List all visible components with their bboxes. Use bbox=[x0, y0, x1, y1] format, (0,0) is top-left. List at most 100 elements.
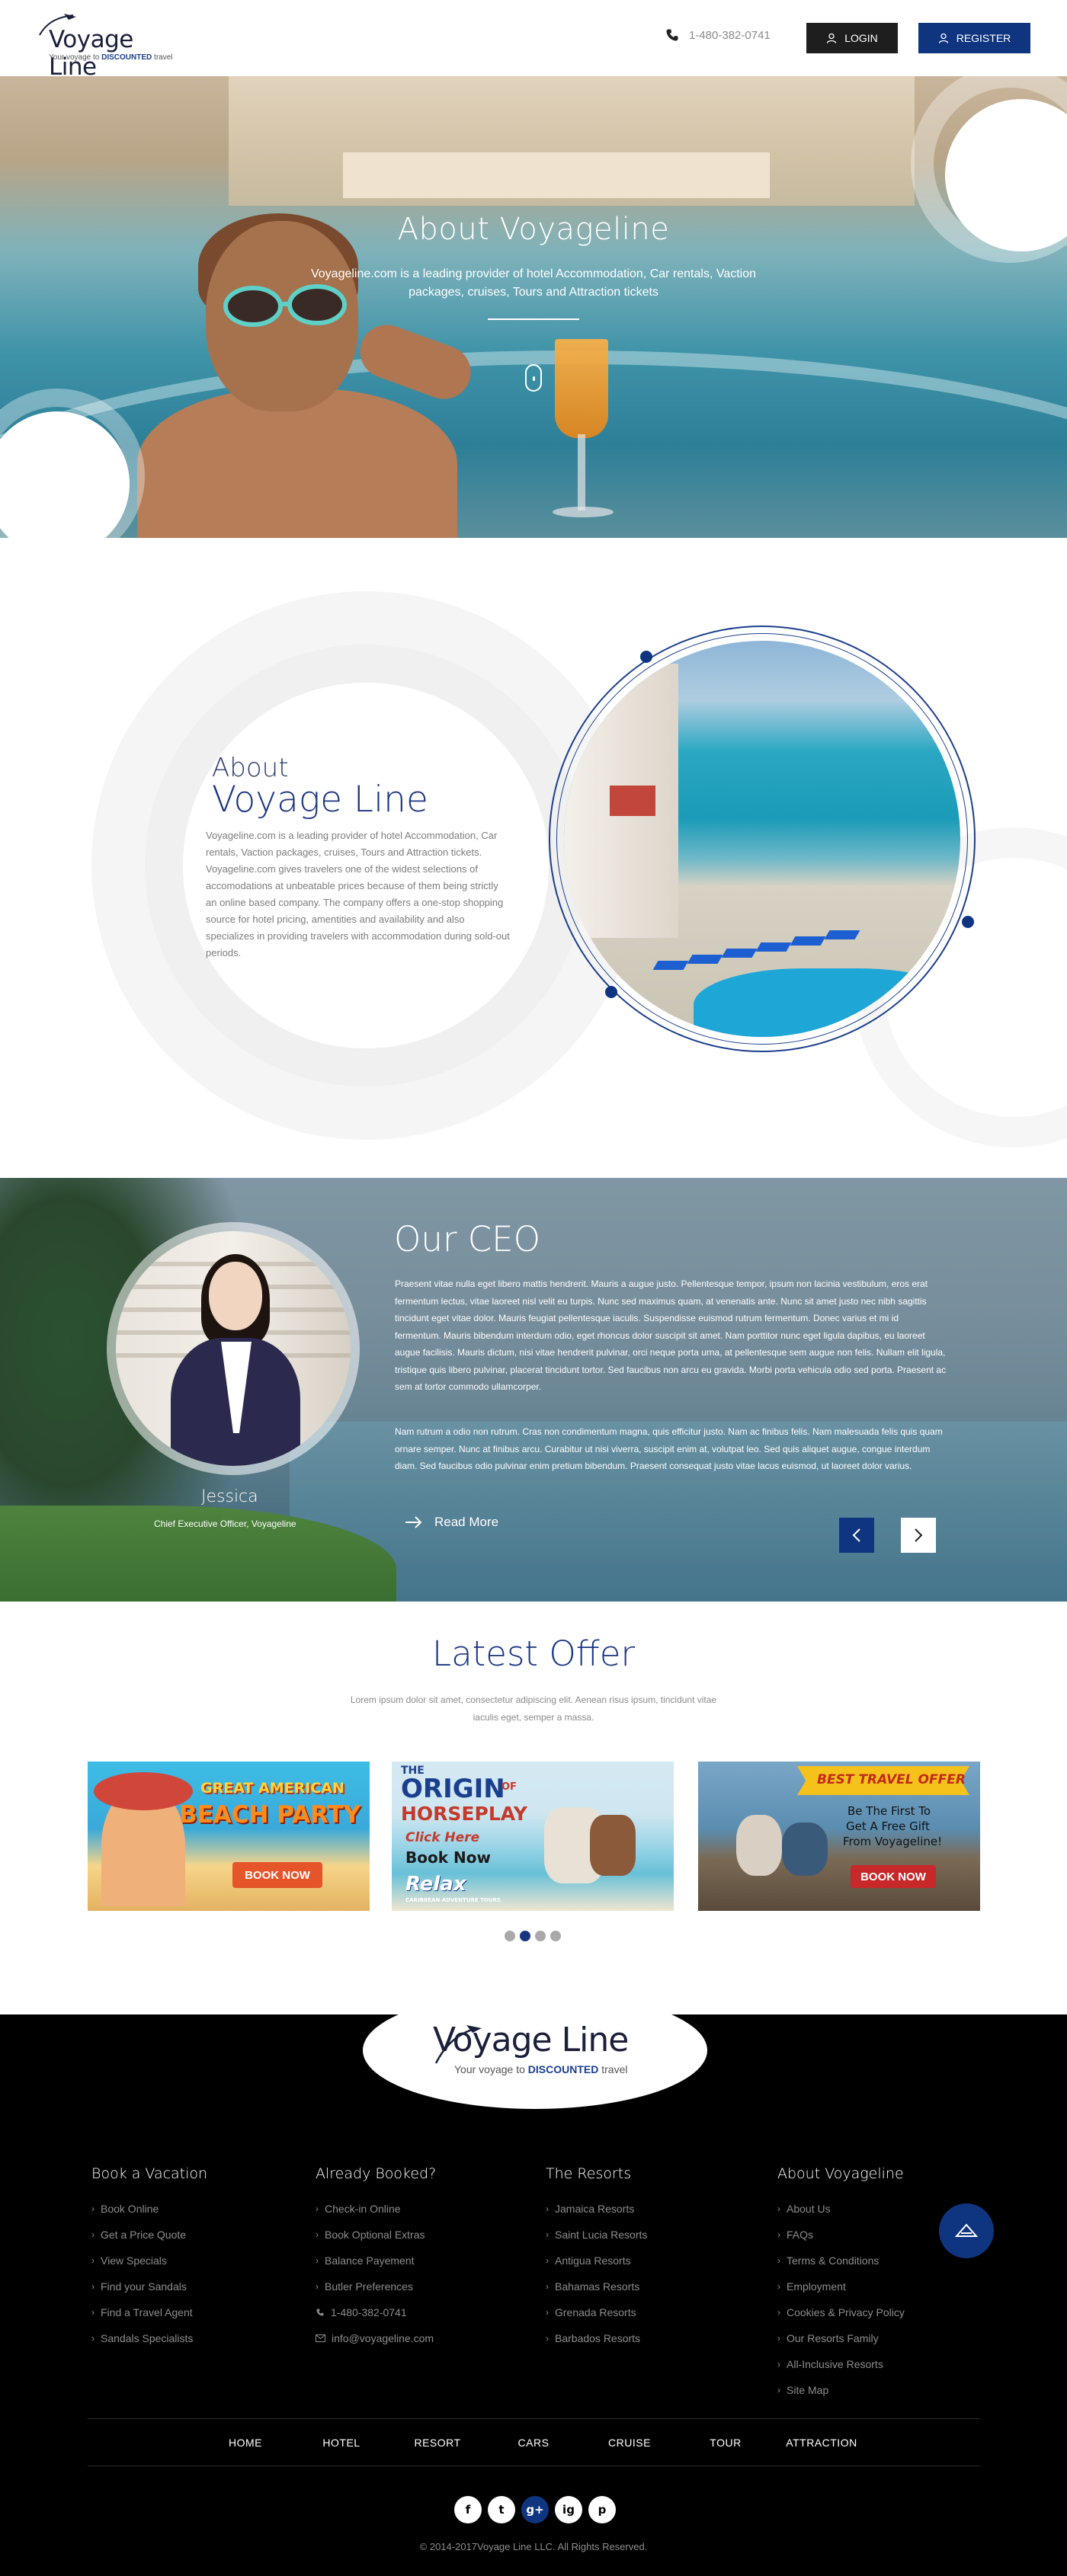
site-header: Voyage Line Your voyage to DISCOUNTED tr… bbox=[0, 0, 1067, 81]
envelope-icon bbox=[316, 2334, 325, 2342]
chevron-small-icon: › bbox=[316, 2203, 319, 2214]
register-button[interactable]: REGISTER bbox=[918, 23, 1030, 53]
back-to-top-button[interactable] bbox=[939, 2203, 994, 2258]
chevron-small-icon: › bbox=[777, 2203, 780, 2214]
footer-link[interactable]: › FAQs bbox=[777, 2222, 905, 2248]
footer-link[interactable]: › Barbados Resorts bbox=[546, 2325, 647, 2351]
chevron-small-icon: › bbox=[546, 2255, 549, 2266]
offer-card-brand-sub: CARIBBEAN ADVENTURE TOURS bbox=[405, 1897, 501, 1903]
footer-column-title: Already Booked? bbox=[316, 2165, 437, 2182]
footer-link[interactable]: › Check-in Online bbox=[316, 2196, 436, 2222]
pager-dot[interactable] bbox=[505, 1931, 515, 1941]
carousel-dot[interactable] bbox=[962, 916, 974, 928]
prev-slide-button[interactable] bbox=[839, 1518, 874, 1553]
facebook-icon[interactable]: f bbox=[454, 2496, 482, 2523]
chevron-small-icon: › bbox=[777, 2333, 780, 2344]
instagram-icon[interactable]: ig bbox=[555, 2496, 582, 2523]
offer-description: Lorem ipsum dolor sit amet, consectetur … bbox=[350, 1694, 717, 1723]
footer-nav-attraction[interactable]: ATTRACTION bbox=[774, 2437, 870, 2449]
chevron-small-icon: › bbox=[546, 2333, 549, 2344]
chevron-small-icon: › bbox=[91, 2203, 95, 2214]
footer-nav-hotel[interactable]: HOTEL bbox=[293, 2437, 389, 2449]
footer-column-title: Book a Vacation bbox=[91, 2165, 208, 2182]
offer-card-horseplay[interactable]: THE ORIGIN OF HORSEPLAY Click Here Book … bbox=[392, 1762, 674, 1911]
footer-logo-tagline: Your voyage to DISCOUNTED travel bbox=[454, 2063, 628, 2075]
pager-dot[interactable] bbox=[550, 1931, 561, 1941]
footer-link[interactable]: › Site Map bbox=[777, 2377, 905, 2403]
read-more-link[interactable]: Read More bbox=[405, 1515, 498, 1530]
chevron-small-icon: › bbox=[777, 2385, 780, 2395]
footer-column-about: About Voyageline › About Us › FAQs › Terms … bbox=[777, 2165, 905, 2403]
footer-link[interactable]: › Antigua Resorts bbox=[546, 2248, 647, 2274]
footer-logo-badge[interactable]: Voyage Line Your voyage to DISCOUNTED tr… bbox=[363, 1992, 707, 2109]
site-logo[interactable]: Voyage Line Your voyage to DISCOUNTED tr… bbox=[34, 12, 178, 81]
chevron-small-icon: › bbox=[91, 2281, 95, 2292]
chevron-small-icon: › bbox=[777, 2229, 780, 2240]
user-icon bbox=[827, 33, 837, 43]
register-label: REGISTER bbox=[956, 32, 1011, 44]
chevron-small-icon: › bbox=[777, 2281, 780, 2292]
footer-nav-home[interactable]: HOME bbox=[197, 2437, 293, 2449]
carousel-dot[interactable] bbox=[605, 986, 617, 998]
footer-link[interactable]: › Butler Preferences bbox=[316, 2274, 436, 2299]
footer-link[interactable]: › Our Resorts Family bbox=[777, 2325, 905, 2351]
footer-column-book: Book a Vacation › Book Online › Get a Pric… bbox=[91, 2165, 207, 2351]
chevron-right-icon bbox=[915, 1528, 923, 1542]
chevron-small-icon: › bbox=[546, 2307, 549, 2318]
footer-nav-resort[interactable]: RESORT bbox=[389, 2437, 485, 2449]
hero-banner: About Voyageline Voyageline.com is a lea… bbox=[0, 76, 1067, 538]
hero-divider bbox=[488, 318, 579, 320]
footer-link[interactable]: › Book Online bbox=[91, 2196, 207, 2222]
chevron-small-icon: › bbox=[316, 2281, 319, 2292]
mouse-scroll-icon[interactable] bbox=[525, 364, 542, 392]
ceo-title: Our CEO bbox=[394, 1219, 541, 1259]
footer-nav-cars[interactable]: CARS bbox=[485, 2437, 582, 2449]
footer-link[interactable]: › Book Optional Extras bbox=[316, 2222, 436, 2248]
footer-link[interactable]: › About Us bbox=[777, 2196, 905, 2222]
footer-link[interactable]: › Grenada Resorts bbox=[546, 2299, 647, 2325]
header-phone[interactable]: 1-480-382-0741 bbox=[665, 27, 771, 43]
footer-link[interactable]: › Jamaica Resorts bbox=[546, 2196, 647, 2222]
phone-icon bbox=[316, 2309, 324, 2316]
footer-link[interactable]: › All-Inclusive Resorts bbox=[777, 2351, 905, 2377]
offer-card-beach-party[interactable]: GREAT AMERICAN BEACH PARTY BOOK NOW bbox=[88, 1762, 370, 1911]
footer-email[interactable]: info@voyageline.com bbox=[316, 2325, 436, 2351]
footer-link[interactable]: › Saint Lucia Resorts bbox=[546, 2222, 647, 2248]
ceo-paragraph: Nam rutrum a odio non rutrum. Cras non c… bbox=[395, 1426, 943, 1471]
google-plus-icon[interactable]: g+ bbox=[521, 2496, 549, 2523]
pager-dot-active[interactable] bbox=[520, 1931, 530, 1941]
offer-card-cta[interactable]: Click Here bbox=[405, 1830, 479, 1845]
footer-link[interactable]: › Employment bbox=[777, 2274, 905, 2299]
copyright: © 2014-2017Voyage Line LLC. All Rights R… bbox=[419, 2541, 648, 2552]
book-now-button[interactable]: BOOK NOW bbox=[232, 1862, 322, 1888]
read-more-label: Read More bbox=[434, 1515, 499, 1529]
footer-link[interactable]: › Cookies & Privacy Policy bbox=[777, 2299, 905, 2325]
footer-link[interactable]: › View Specials bbox=[91, 2248, 207, 2274]
offer-card-cta[interactable]: Book Now bbox=[405, 1848, 491, 1867]
footer-link[interactable]: › Find your Sandals bbox=[91, 2274, 207, 2299]
login-button[interactable]: LOGIN bbox=[806, 23, 898, 53]
footer-link[interactable]: › Bahamas Resorts bbox=[546, 2274, 647, 2299]
footer-link[interactable]: › Find a Travel Agent bbox=[91, 2299, 207, 2325]
login-label: LOGIN bbox=[844, 32, 878, 44]
footer-nav-tour[interactable]: TOUR bbox=[678, 2437, 774, 2449]
footer-link[interactable]: › Terms & Conditions bbox=[777, 2248, 905, 2274]
offer-card-best-travel[interactable]: BEST TRAVEL OFFER Be The First To Get A … bbox=[698, 1762, 980, 1911]
about-heading-big: Voyage Line bbox=[212, 779, 428, 821]
footer-nav-cruise[interactable]: CRUISE bbox=[582, 2437, 678, 2449]
next-slide-button[interactable] bbox=[901, 1518, 936, 1553]
footer-phone[interactable]: 1-480-382-0741 bbox=[316, 2299, 436, 2325]
book-now-button[interactable]: BOOK NOW bbox=[851, 1865, 936, 1888]
footer-link[interactable]: › Get a Price Quote bbox=[91, 2222, 207, 2248]
chevron-small-icon: › bbox=[777, 2255, 780, 2266]
ceo-section: Jessica Chief Executive Officer, Voyagel… bbox=[0, 1178, 1067, 1602]
footer-link[interactable]: › Balance Payement bbox=[316, 2248, 436, 2274]
pinterest-icon[interactable]: p bbox=[588, 2496, 616, 2523]
offer-card-heading: GREAT AMERICAN bbox=[200, 1780, 344, 1797]
footer-link[interactable]: › Sandals Specialists bbox=[91, 2325, 207, 2351]
chevron-small-icon: › bbox=[91, 2229, 95, 2240]
pager-dot[interactable] bbox=[535, 1931, 546, 1941]
carousel-dot[interactable] bbox=[640, 651, 652, 663]
twitter-icon[interactable]: t bbox=[488, 2496, 515, 2523]
chevron-small-icon: › bbox=[546, 2203, 549, 2214]
